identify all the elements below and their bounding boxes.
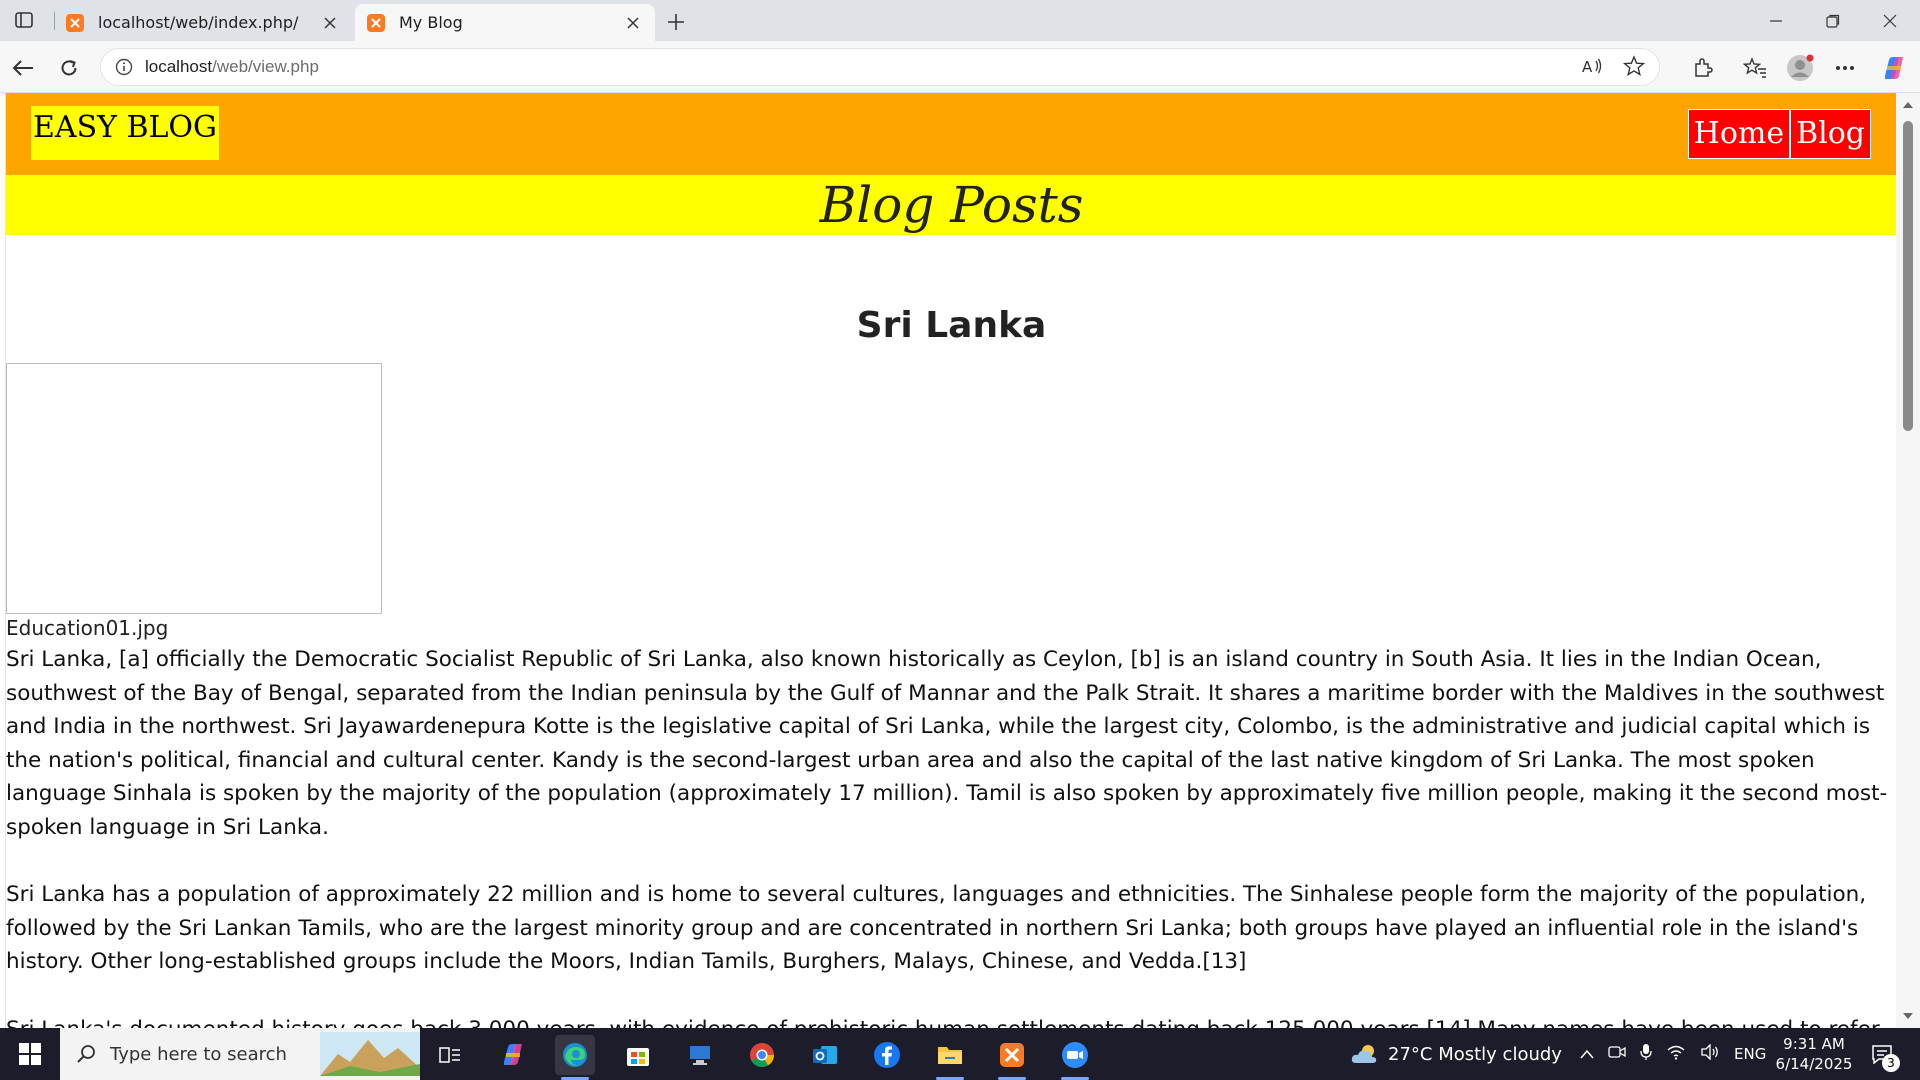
url-host: localhost	[145, 57, 213, 76]
tab-title: My Blog	[399, 13, 463, 32]
read-aloud-icon[interactable]: A	[1581, 55, 1603, 81]
site-header: EASY BLOG Home Blog	[6, 93, 1896, 175]
tab-index[interactable]: localhost/web/index.php/	[54, 4, 352, 41]
tab-my-blog[interactable]: My Blog	[355, 4, 655, 41]
taskbar-search-box[interactable]: Type here to search	[60, 1028, 420, 1080]
weather-text: 27°C Mostly cloudy	[1388, 1043, 1562, 1065]
chrome-icon[interactable]	[742, 1035, 782, 1075]
more-options-icon[interactable]	[1830, 53, 1860, 83]
search-highlight-art-icon	[320, 1032, 420, 1076]
site-logo[interactable]: EASY BLOG	[31, 106, 219, 160]
task-view-icon[interactable]	[430, 1035, 470, 1075]
post-image-broken	[6, 363, 382, 614]
remote-desktop-icon[interactable]	[680, 1035, 720, 1075]
new-tab-icon[interactable]	[662, 8, 690, 36]
xampp-favicon-icon	[66, 13, 84, 32]
post-title: Sri Lanka	[856, 305, 1047, 346]
copilot-taskbar-icon[interactable]	[493, 1035, 533, 1075]
post-paragraph: Sri Lanka, [a] officially the Democratic…	[6, 647, 1888, 840]
chevron-up-icon[interactable]	[1580, 1045, 1594, 1063]
microsoft-store-icon[interactable]	[618, 1035, 658, 1075]
search-placeholder: Type here to search	[110, 1043, 287, 1065]
site-nav: Home Blog	[1687, 109, 1871, 159]
post-paragraph: Sri Lanka has a population of approximat…	[6, 882, 1867, 975]
wifi-icon[interactable]	[1666, 1044, 1686, 1064]
image-alt-text: Education01.jpg	[6, 616, 169, 640]
restore-icon[interactable]	[1819, 8, 1847, 34]
cloud-icon	[1351, 1045, 1377, 1063]
notification-count-badge: 3	[1882, 1054, 1900, 1072]
clock-date: 6/14/2025	[1775, 1055, 1853, 1073]
post-body: Sri Lanka, [a] officially the Democratic…	[6, 643, 1892, 1028]
browser-tab-bar: localhost/web/index.php/ My Blog	[0, 0, 1920, 41]
edge-browser-icon[interactable]	[555, 1035, 595, 1080]
blog-page: EASY BLOG Home Blog Blog Posts Sri Lanka…	[5, 93, 1896, 1028]
file-explorer-icon[interactable]	[930, 1035, 970, 1080]
url-text: localhost/web/view.php	[145, 57, 319, 77]
weather-widget[interactable]: 27°C Mostly cloudy	[1350, 1028, 1562, 1080]
nav-home-link[interactable]: Home	[1687, 109, 1791, 159]
svg-text:A: A	[1582, 58, 1593, 76]
post-paragraph: Sri Lanka's documented history goes back…	[6, 1013, 1892, 1028]
profile-avatar-icon[interactable]	[1785, 53, 1815, 83]
facebook-icon[interactable]	[867, 1035, 907, 1075]
browser-toolbar: localhost/web/view.php A	[0, 41, 1920, 93]
copilot-icon[interactable]	[1878, 53, 1908, 83]
volume-icon[interactable]	[1700, 1043, 1720, 1064]
scroll-up-arrow-icon[interactable]	[1902, 99, 1914, 111]
search-icon	[76, 1044, 96, 1064]
favorites-icon[interactable]	[1740, 53, 1770, 83]
clock-time: 9:31 AM	[1783, 1035, 1845, 1053]
page-banner-title: Blog Posts	[6, 175, 1896, 235]
outlook-icon[interactable]	[805, 1035, 845, 1075]
language-indicator[interactable]: ENG	[1734, 1045, 1766, 1063]
nav-blog-link[interactable]: Blog	[1790, 109, 1871, 159]
close-icon[interactable]	[621, 11, 645, 35]
tab-actions-icon[interactable]	[10, 8, 38, 32]
window-close-icon[interactable]	[1876, 8, 1904, 34]
taskbar-clock[interactable]: 9:31 AM 6/14/2025	[1768, 1034, 1860, 1074]
meet-now-icon[interactable]	[1608, 1044, 1626, 1064]
tab-title: localhost/web/index.php/	[98, 13, 299, 32]
refresh-icon[interactable]	[54, 53, 84, 83]
microphone-icon[interactable]	[1640, 1043, 1652, 1065]
windows-start-icon[interactable]	[0, 1028, 60, 1080]
extensions-icon[interactable]	[1688, 53, 1718, 83]
xampp-favicon-icon	[367, 13, 385, 32]
notification-center-icon[interactable]: 3	[1866, 1038, 1900, 1072]
close-icon[interactable]	[318, 11, 342, 35]
scrollbar-thumb[interactable]	[1903, 121, 1913, 431]
address-bar[interactable]: localhost/web/view.php A	[100, 48, 1660, 86]
scroll-down-arrow-icon[interactable]	[1902, 1010, 1914, 1022]
minimize-icon[interactable]	[1762, 8, 1790, 34]
windows-taskbar: Type here to search 27°C Mostly cloudy E…	[0, 1028, 1920, 1080]
url-path: /web/view.php	[212, 57, 319, 76]
zoom-icon[interactable]	[1055, 1035, 1095, 1080]
system-tray: ENG	[1580, 1028, 1766, 1080]
vertical-scrollbar[interactable]	[1896, 93, 1920, 1028]
favorite-star-icon[interactable]	[1622, 55, 1646, 81]
page-viewport: EASY BLOG Home Blog Blog Posts Sri Lanka…	[0, 93, 1920, 1028]
site-info-icon[interactable]	[113, 56, 135, 78]
back-icon[interactable]	[8, 53, 38, 83]
xampp-icon[interactable]	[992, 1035, 1032, 1080]
